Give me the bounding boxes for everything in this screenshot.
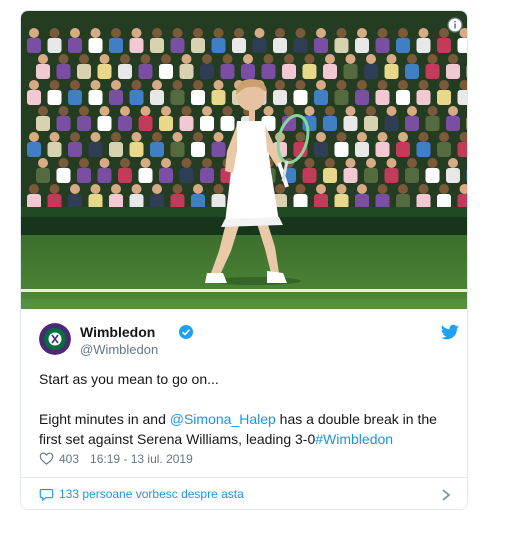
twitter-bird-icon[interactable]	[441, 323, 459, 341]
conversation-count: 133 persoane vorbesc despre asta	[59, 487, 244, 501]
tweet-text-line2: Eight minutes in and @Simona_Halep has a…	[39, 409, 459, 449]
info-icon[interactable]	[447, 17, 463, 33]
tweet-photo[interactable]	[21, 11, 467, 309]
embedded-tweet-card: Wimbledon @Wimbledon Start as you mean t…	[20, 10, 468, 510]
tweet-author: Wimbledon @Wimbledon	[39, 323, 459, 359]
verified-badge-icon	[179, 325, 193, 339]
tweet-text: Start as you mean to go on... Eight minu…	[39, 369, 459, 449]
wimbledon-logo-icon	[39, 323, 71, 355]
tweet-text-pre: Eight minutes in and	[39, 411, 170, 427]
author-handle[interactable]: @Wimbledon	[80, 342, 158, 357]
heart-icon[interactable]	[39, 451, 54, 466]
speech-bubble-icon	[39, 488, 54, 502]
like-count[interactable]: 403	[59, 452, 79, 466]
conversation-link[interactable]: 133 persoane vorbesc despre asta	[21, 477, 467, 509]
tweet-text-line1: Start as you mean to go on...	[39, 371, 219, 387]
avatar[interactable]	[39, 323, 71, 355]
display-name[interactable]: Wimbledon	[80, 324, 155, 340]
chevron-right-icon	[442, 489, 451, 501]
tennis-player-photo	[21, 11, 467, 309]
tweet-timestamp[interactable]: 16:19 - 13 iul. 2019	[90, 452, 193, 466]
tweet-meta: 403 16:19 - 13 iul. 2019	[39, 451, 193, 466]
mention-link[interactable]: @Simona_Halep	[170, 411, 276, 427]
tweet-text-spacer	[39, 389, 459, 409]
hashtag-link[interactable]: #Wimbledon	[315, 431, 393, 447]
